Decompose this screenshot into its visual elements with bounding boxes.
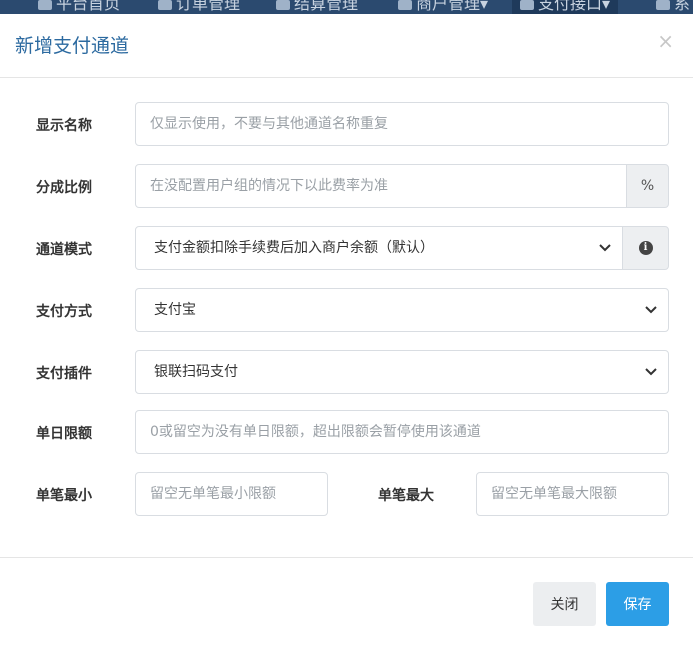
save-button[interactable]: 保存 (606, 582, 669, 626)
gear-icon (656, 0, 670, 10)
single-min-input[interactable] (135, 472, 328, 516)
nav-item-payment-interface[interactable]: 支付接口▾ (512, 0, 619, 14)
form-row-share-ratio: 分成比例 % (0, 164, 693, 210)
pay-plugin-label: 支付插件 (36, 366, 92, 382)
close-icon[interactable]: × (657, 29, 674, 53)
nav-item-system[interactable]: 系 (656, 0, 690, 14)
nav-item-label: 平台首页 (56, 0, 121, 13)
nav-item-label: 支付接口▾ (538, 0, 611, 13)
form-row-channel-mode: 通道模式 支付金额扣除手续费后加入商户余额（默认） i (0, 226, 693, 272)
single-min-label: 单笔最小 (36, 488, 92, 504)
form-row-pay-method: 支付方式 支付宝 (0, 288, 693, 334)
single-max-label: 单笔最大 (378, 488, 434, 504)
add-payment-channel-modal: 新增支付通道 × 显示名称 分成比例 % 通道模式 支付金额扣除手续费后加入商户… (0, 14, 693, 646)
pay-method-select[interactable]: 支付宝 (135, 288, 669, 332)
cloud-icon (276, 0, 290, 10)
pay-plugin-value: 银联扫码支付 (154, 364, 238, 380)
modal-title: 新增支付通道 (15, 35, 130, 57)
channel-mode-label: 通道模式 (36, 242, 92, 258)
chevron-down-icon (599, 244, 611, 252)
daily-limit-label: 单日限额 (36, 426, 92, 442)
single-max-input[interactable] (476, 472, 669, 516)
nav-item-label: 订单管理 (176, 0, 241, 13)
nav-item-orders[interactable]: 订单管理 (158, 0, 240, 14)
channel-mode-info-addon[interactable]: i (622, 226, 669, 270)
nav-item-label: 商户管理▾ (416, 0, 489, 13)
pay-plugin-select[interactable]: 银联扫码支付 (135, 350, 669, 394)
form-row-pay-plugin: 支付插件 银联扫码支付 (0, 350, 693, 396)
credit-card-icon (520, 0, 534, 10)
display-name-input[interactable] (135, 102, 669, 146)
daily-limit-input[interactable] (135, 410, 669, 454)
pay-method-value: 支付宝 (154, 302, 196, 318)
form-row-single-limits: 单笔最小 单笔最大 (0, 472, 693, 518)
pay-method-label: 支付方式 (36, 304, 92, 320)
close-button[interactable]: 关闭 (533, 582, 596, 626)
share-ratio-input[interactable] (135, 164, 627, 208)
chevron-down-icon (645, 368, 657, 376)
channel-mode-select[interactable]: 支付金额扣除手续费后加入商户余额（默认） (135, 226, 623, 270)
percent-addon: % (626, 164, 669, 208)
user-icon (398, 0, 412, 10)
display-name-label: 显示名称 (36, 118, 92, 134)
share-ratio-label: 分成比例 (36, 180, 92, 196)
nav-item-settlement[interactable]: 结算管理 (276, 0, 358, 14)
nav-item-merchants[interactable]: 商户管理▾ (398, 0, 488, 14)
nav-item-label: 系 (674, 0, 691, 13)
form-row-display-name: 显示名称 (0, 102, 693, 148)
chevron-down-icon (645, 306, 657, 314)
nav-item-label: 结算管理 (294, 0, 359, 13)
list-icon (158, 0, 172, 10)
channel-mode-value: 支付金额扣除手续费后加入商户余额（默认） (154, 240, 434, 256)
form-row-daily-limit: 单日限额 (0, 410, 693, 456)
modal-header: 新增支付通道 × (0, 14, 693, 78)
nav-item-home[interactable]: 平台首页 (38, 0, 120, 14)
background-navbar: 平台首页 订单管理 结算管理 商户管理▾ 支付接口▾ 系 (0, 0, 693, 14)
home-icon (38, 0, 52, 10)
info-circle-icon: i (638, 241, 653, 255)
modal-footer: 关闭 保存 (0, 557, 693, 646)
